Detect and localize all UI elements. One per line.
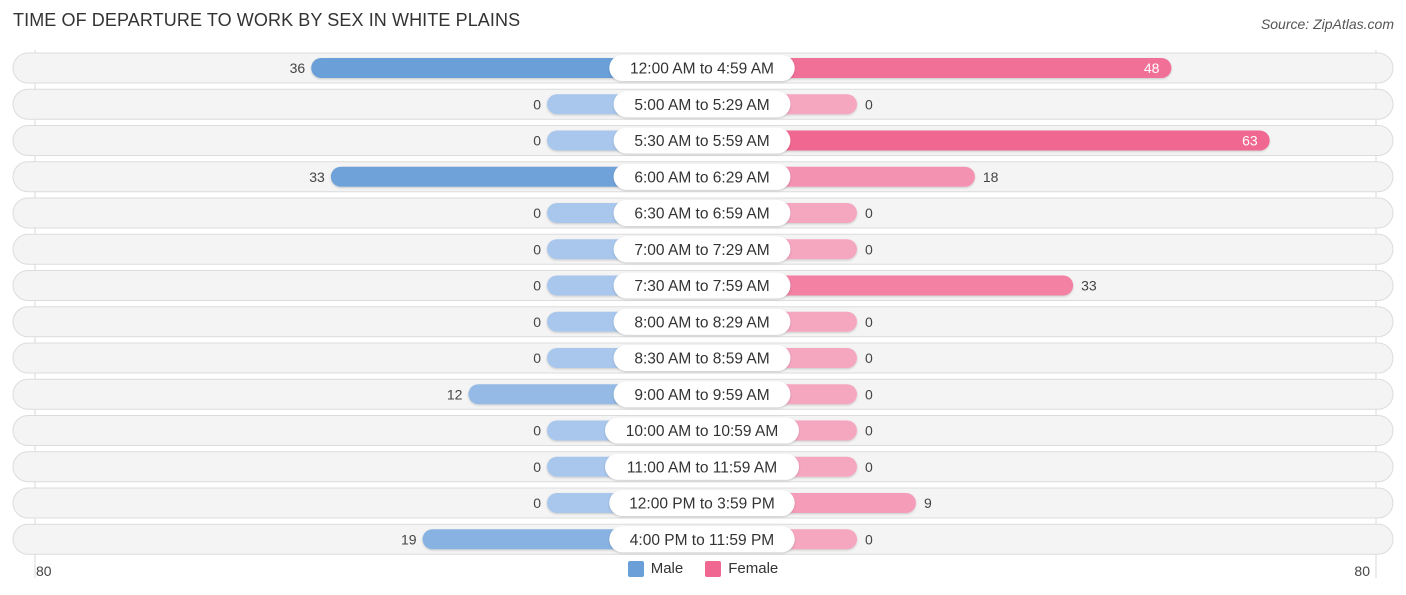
category-label: 4:00 PM to 11:59 PM: [630, 532, 774, 549]
value-label-male: 36: [290, 60, 306, 76]
value-label-female: 0: [865, 314, 873, 330]
category-label: 5:00 AM to 5:29 AM: [634, 97, 769, 114]
value-label-female: 9: [924, 495, 932, 511]
value-label-female: 0: [865, 386, 873, 402]
value-label-male: 0: [533, 205, 541, 221]
value-label-female: 33: [1081, 278, 1097, 294]
category-label: 7:00 AM to 7:29 AM: [634, 242, 769, 259]
category-label: 11:00 AM to 11:59 AM: [627, 459, 777, 476]
category-label: 5:30 AM to 5:59 AM: [634, 133, 769, 150]
value-label-female: 18: [983, 169, 999, 185]
value-label-male: 0: [533, 495, 541, 511]
value-label-male: 0: [533, 314, 541, 330]
value-label-male: 12: [447, 386, 463, 402]
legend: Male Female: [0, 560, 1406, 577]
value-label-male: 0: [533, 423, 541, 439]
legend-item-female: Female: [705, 560, 778, 577]
chart-canvas: 36 48 12:00 AM to 4:59 AM 0 0 5:00 AM to 5:29…: [12, 50, 1394, 578]
value-label-female: 0: [865, 241, 873, 257]
category-label: 10:00 AM to 10:59 AM: [626, 423, 779, 440]
value-label-male: 19: [401, 531, 417, 547]
legend-label-male: Male: [650, 560, 684, 577]
category-label: 6:30 AM to 6:59 AM: [634, 206, 769, 223]
value-label-male: 0: [533, 96, 541, 112]
category-label: 12:00 AM to 4:59 AM: [630, 61, 774, 78]
legend-swatch-male: [627, 560, 644, 577]
value-label-male: 0: [533, 241, 541, 257]
value-label-male: 0: [533, 459, 541, 475]
legend-label-female: Female: [728, 560, 779, 577]
category-label: 8:00 AM to 8:29 AM: [634, 314, 769, 331]
value-label-male: 0: [533, 278, 541, 294]
legend-item-male: Male: [627, 560, 684, 577]
value-label-female: 0: [865, 205, 873, 221]
category-label: 12:00 PM to 3:59 PM: [629, 496, 775, 513]
category-label: 7:30 AM to 7:59 AM: [634, 278, 769, 295]
value-label-female: 0: [865, 531, 873, 547]
legend-swatch-female: [705, 560, 722, 577]
category-label: 9:00 AM to 9:59 AM: [634, 387, 769, 404]
value-label-male: 0: [533, 350, 541, 366]
value-label-male: 33: [309, 169, 325, 185]
value-label-female: 63: [1242, 133, 1258, 149]
value-label-female: 48: [1144, 60, 1160, 76]
value-label-female: 0: [865, 350, 873, 366]
category-label: 6:00 AM to 6:29 AM: [634, 169, 769, 186]
value-label-female: 0: [865, 423, 873, 439]
value-label-female: 0: [865, 459, 873, 475]
value-label-male: 0: [533, 133, 541, 149]
value-label-female: 0: [865, 96, 873, 112]
category-label: 8:30 AM to 8:59 AM: [634, 351, 769, 368]
